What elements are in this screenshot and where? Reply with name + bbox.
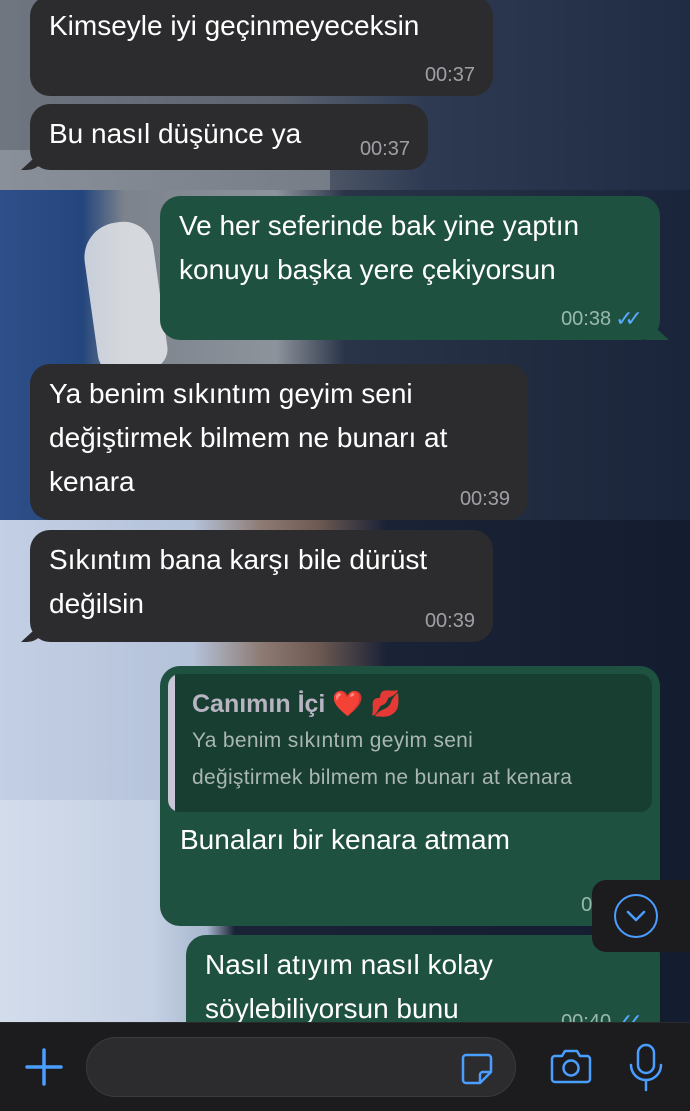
message-bubble-outgoing-reply[interactable]: Canımın İçi ❤️ 💋 Ya benim sıkıntım geyim… [160, 666, 660, 926]
camera-icon[interactable] [548, 1049, 594, 1085]
plus-icon[interactable] [22, 1045, 66, 1089]
chevron-down-icon [614, 894, 658, 938]
message-meta: 00:38 ✓✓ [561, 306, 643, 331]
message-text: Bu nasıl düşünce ya [49, 118, 302, 149]
microphone-icon[interactable] [628, 1043, 664, 1093]
quote-author: Canımın İçi ❤️ 💋 [192, 690, 402, 718]
message-text: Sıkıntım bana karşı bile dürüst değilsin [49, 544, 428, 619]
message-text: Bunaları bir kenara atmam [180, 824, 510, 855]
message-time: 00:37 [424, 64, 475, 86]
message-text: Ya benim sıkıntım geyim seni değiştirmek… [49, 378, 448, 497]
reply-quote[interactable]: Canımın İçi ❤️ 💋 Ya benim sıkıntım geyim… [168, 674, 652, 812]
message-bubble-incoming[interactable]: Kimseyle iyi geçinmeyeceksin 00:37 [30, 0, 493, 96]
message-bubble-outgoing[interactable]: Ve her seferinde bak yine yaptın konuyu … [160, 196, 660, 340]
message-time: 00:39 [424, 610, 475, 632]
message-time: 00:37 [359, 138, 410, 160]
quote-text: Ya benim sıkıntım geyim seni değiştirmek… [192, 729, 573, 789]
double-check-icon: ✓✓ [615, 306, 643, 331]
message-text: Kimseyle iyi geçinmeyeceksin [49, 10, 420, 41]
scroll-to-bottom-button[interactable] [592, 880, 690, 952]
message-bubble-incoming[interactable]: Bu nasıl düşünce ya 00:37 [30, 104, 428, 170]
quote-bar [168, 674, 175, 812]
sticker-icon[interactable] [460, 1052, 494, 1086]
message-bubble-incoming[interactable]: Ya benim sıkıntım geyim seni değiştirmek… [30, 364, 528, 520]
composer-bar [0, 1022, 690, 1111]
message-time: 00:39 [459, 488, 510, 510]
message-time: 00:38 [561, 308, 612, 330]
message-input[interactable] [86, 1037, 516, 1097]
message-text: Ve her seferinde bak yine yaptın konuyu … [179, 210, 580, 285]
message-bubble-incoming[interactable]: Sıkıntım bana karşı bile dürüst değilsin… [30, 530, 493, 642]
